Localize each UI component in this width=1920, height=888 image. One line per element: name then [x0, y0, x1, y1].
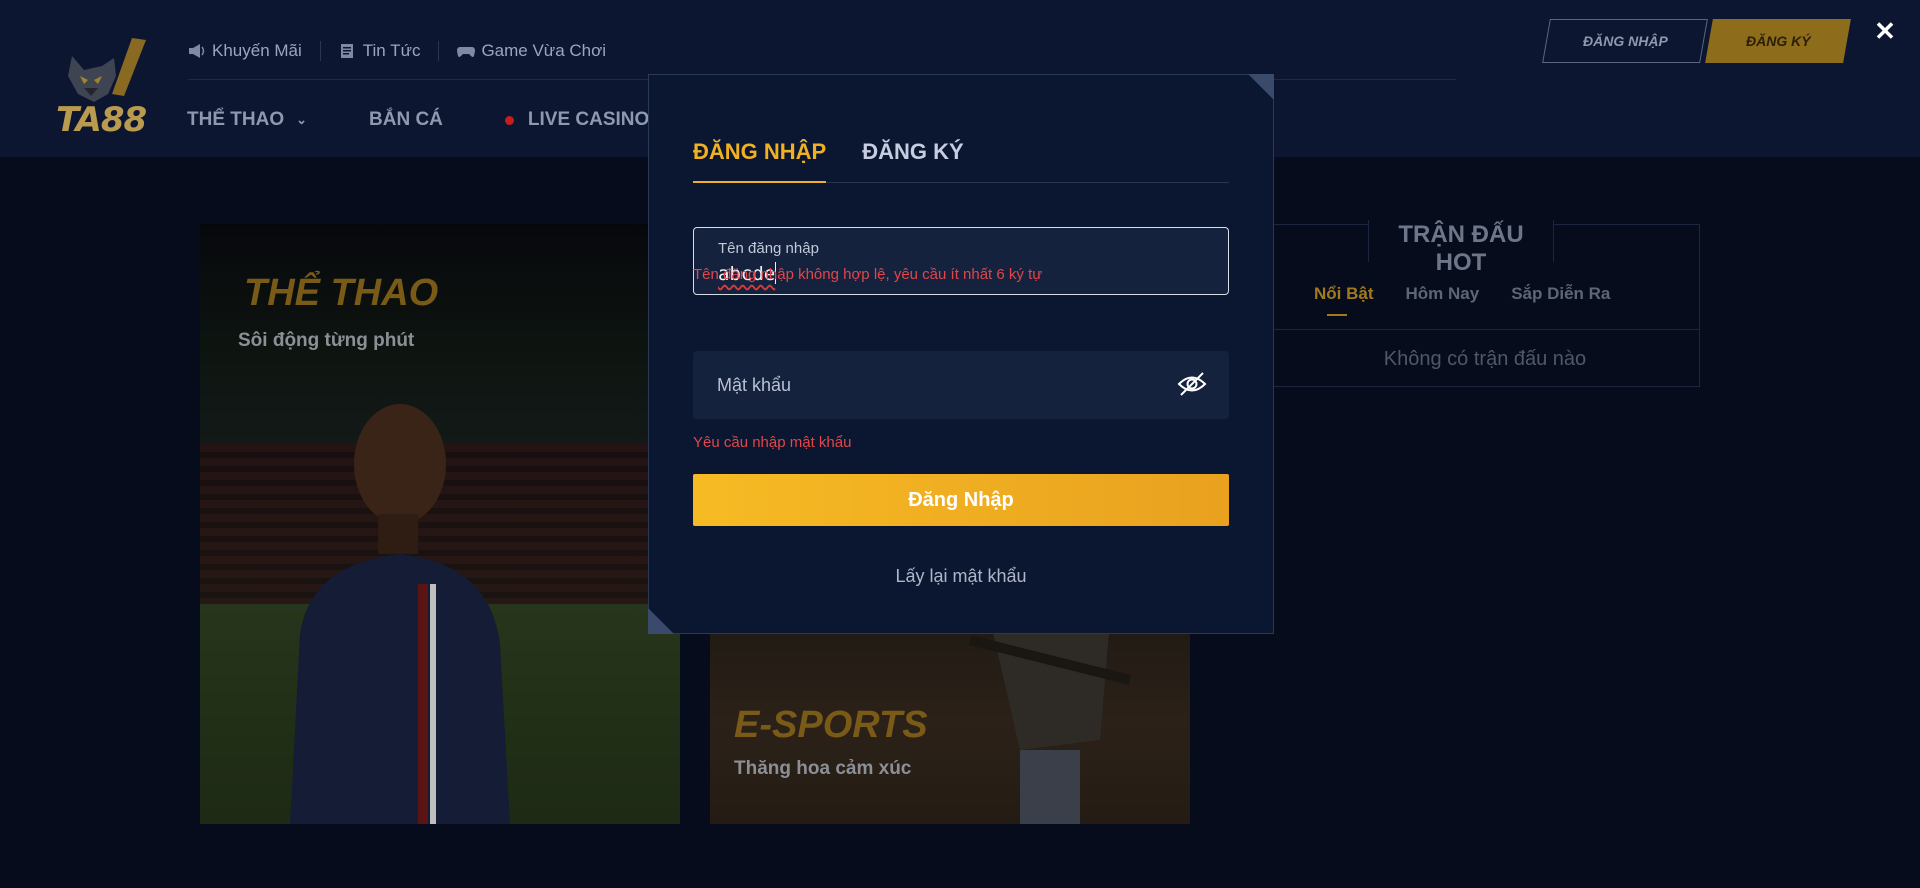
password-input[interactable] [717, 375, 1137, 396]
esports-card-title: E-SPORTS [734, 704, 928, 746]
tab-featured[interactable]: Nổi Bật [1314, 284, 1374, 316]
main-nav: THỂ THAO ⌄ BẮN CÁ LIVE CASINO [187, 106, 711, 134]
top-link-label: Tin Tức [362, 41, 421, 60]
esports-card[interactable]: E-SPORTS Thăng hoa cảm xúc [710, 620, 1190, 824]
news-icon [340, 44, 353, 58]
eye-slash-icon[interactable] [1177, 371, 1207, 397]
modal-tabs: ĐĂNG NHẬP ĐĂNG KÝ [693, 139, 1229, 183]
gamepad-icon [457, 47, 476, 57]
header-register-label: ĐĂNG KÝ [1745, 33, 1811, 49]
live-dot-icon [504, 115, 514, 125]
nav-item-fishing[interactable]: BẮN CÁ [369, 109, 443, 131]
esports-card-subtitle: Thăng hoa cảm xúc [734, 758, 912, 779]
logo-text: TA88 [56, 100, 147, 140]
password-field[interactable] [693, 351, 1229, 419]
sports-card[interactable]: THỂ THAO Sôi động từng phút [200, 224, 680, 824]
nav-item-label: THỂ THAO [187, 109, 285, 130]
chevron-down-icon: ⌄ [296, 112, 308, 127]
login-submit-button[interactable]: Đăng Nhập [693, 474, 1229, 526]
tab-today[interactable]: Hôm Nay [1406, 284, 1480, 304]
modal-corner-decoration [1248, 74, 1274, 100]
hot-matches-title: TRẬN ĐẤU HOT [1398, 221, 1524, 276]
hot-matches-tabs: Nổi Bật Hôm Nay Sắp Diễn Ra [1314, 284, 1642, 316]
megaphone-icon [189, 44, 205, 58]
nav-item-label: BẮN CÁ [369, 109, 443, 130]
hot-matches-empty-text: Không có trận đấu nào [1383, 348, 1587, 370]
sports-card-subtitle: Sôi động từng phút [238, 330, 415, 351]
sports-card-title: THỂ THAO [244, 272, 439, 314]
tab-register[interactable]: ĐĂNG KÝ [862, 139, 963, 183]
top-link-recent-games[interactable]: Game Vừa Chơi [439, 41, 624, 61]
modal-corner-decoration [648, 608, 674, 634]
divider [1271, 329, 1699, 330]
tab-upcoming[interactable]: Sắp Diễn Ra [1511, 284, 1610, 304]
player-image [290, 404, 510, 824]
tab-login[interactable]: ĐĂNG NHẬP [693, 139, 827, 183]
nav-item-sports[interactable]: THỂ THAO ⌄ [187, 109, 307, 131]
forgot-password-link[interactable]: Lấy lại mật khẩu [693, 566, 1229, 587]
password-error: Yêu cầu nhập mật khẩu [693, 434, 852, 451]
nav-item-live-casino[interactable]: LIVE CASINO [504, 109, 650, 131]
top-link-promotions[interactable]: Khuyến Mãi [188, 41, 320, 61]
login-modal: ĐĂNG NHẬP ĐĂNG KÝ Tên đăng nhập abcde Tê… [648, 74, 1274, 634]
top-link-label: Khuyến Mãi [212, 41, 302, 60]
nav-item-label: LIVE CASINO [527, 109, 650, 130]
header-login-button[interactable]: ĐĂNG NHẬP [1542, 19, 1708, 63]
close-icon[interactable]: ✕ [1874, 18, 1896, 44]
username-error: Tên đăng nhập không hợp lệ, yêu cầu ít n… [693, 266, 1043, 283]
soldier-image [968, 620, 1132, 824]
username-label: Tên đăng nhập [718, 240, 819, 257]
top-links: Khuyến Mãi Tin Tức Game Vừa Chơi [188, 38, 624, 64]
header-login-label: ĐĂNG NHẬP [1582, 33, 1668, 49]
header-register-button[interactable]: ĐĂNG KÝ [1705, 19, 1851, 63]
top-link-news[interactable]: Tin Tức [321, 41, 439, 61]
username-field[interactable]: Tên đăng nhập abcde [693, 227, 1229, 295]
top-link-label: Game Vừa Chơi [481, 41, 607, 60]
site-logo[interactable]: TA88 [54, 36, 154, 140]
